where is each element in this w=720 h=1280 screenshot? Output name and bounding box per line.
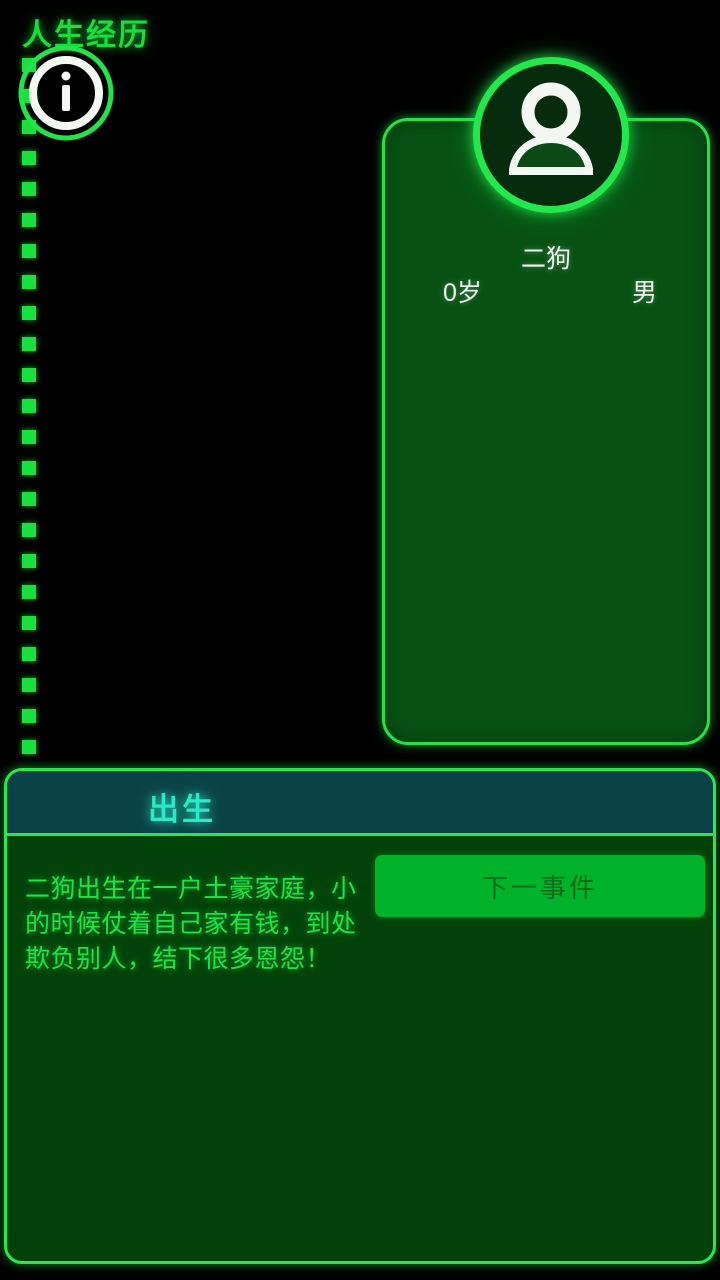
timeline-dash <box>22 275 36 289</box>
timeline-dash <box>22 306 36 320</box>
timeline-dash <box>22 368 36 382</box>
timeline-dash <box>22 244 36 258</box>
character-age: 0岁 <box>443 279 482 307</box>
avatar <box>473 57 629 213</box>
timeline-dash <box>22 430 36 444</box>
event-title: 出生 <box>148 792 216 827</box>
character-gender: 男 <box>631 279 657 307</box>
timeline-dash <box>22 585 36 599</box>
timeline-dash <box>22 182 36 196</box>
timeline-dash <box>22 616 36 630</box>
next-event-button[interactable]: 下一事件 <box>375 855 705 917</box>
timeline-dash <box>22 554 36 568</box>
timeline-dash <box>22 337 36 351</box>
timeline-dash <box>22 461 36 475</box>
timeline-dash <box>22 399 36 413</box>
event-panel: 出生 二狗出生在一户土豪家庭，小的时候仗着自己家有钱，到处欺负别人，结下很多恩怨… <box>4 768 716 1264</box>
timeline-dash <box>22 213 36 227</box>
timeline-dash <box>22 647 36 661</box>
timeline-dash <box>22 740 36 754</box>
character-card: 二狗 0岁 男 <box>382 57 710 745</box>
person-avatar-icon <box>509 82 593 175</box>
timeline-dash <box>22 678 36 692</box>
timeline-dash <box>22 523 36 537</box>
character-name: 二狗 <box>520 245 571 273</box>
timeline-dash <box>22 492 36 506</box>
event-description: 二狗出生在一户土豪家庭，小的时候仗着自己家有钱，到处欺负别人，结下很多恩怨！ <box>25 875 357 973</box>
timeline-track <box>22 58 36 770</box>
event-header <box>7 771 713 836</box>
timeline-dash <box>22 151 36 165</box>
timeline-dash <box>22 709 36 723</box>
info-circle-icon <box>18 45 114 141</box>
character-stats: 0岁 男 <box>443 273 657 309</box>
